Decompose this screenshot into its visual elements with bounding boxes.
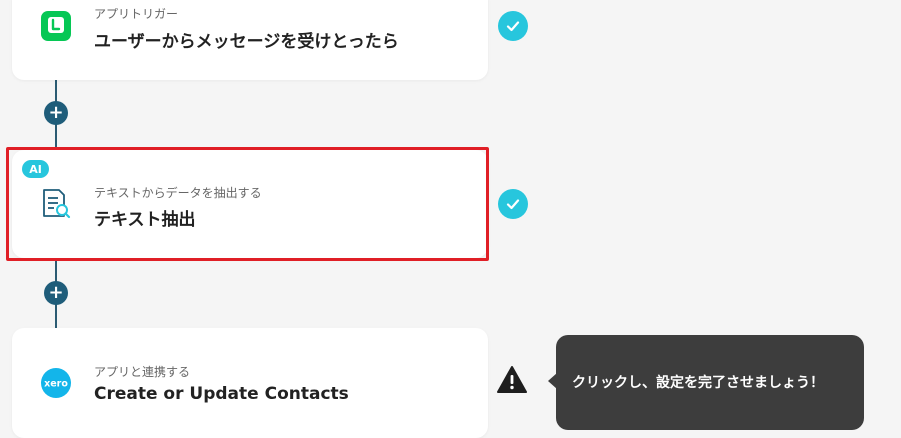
xero-logo: xero (39, 366, 73, 400)
setup-tooltip: クリックし、設定を完了させましょう！ (548, 335, 864, 430)
step-subtitle: アプリと連携する (94, 365, 191, 379)
svg-text:xero: xero (44, 379, 68, 390)
add-step-button[interactable]: + (44, 101, 68, 125)
add-step-button[interactable]: + (44, 281, 68, 305)
line-app-icon (39, 9, 73, 43)
step-title: ユーザーからメッセージを受けとったら (94, 32, 399, 52)
app-step-card[interactable]: xero アプリと連携する Create or Update Contacts (12, 328, 488, 438)
step-subtitle: アプリトリガー (94, 7, 179, 21)
ai-badge: AI (22, 160, 49, 178)
step-title: Create or Update Contacts (94, 384, 349, 404)
selected-step-highlight (6, 147, 489, 261)
check-icon (498, 189, 528, 219)
tooltip-text: クリックし、設定を完了させましょう！ (572, 375, 824, 391)
warning-icon (496, 365, 528, 395)
check-icon (498, 11, 528, 41)
trigger-step-card[interactable]: アプリトリガー ユーザーからメッセージを受けとったら (12, 0, 488, 80)
